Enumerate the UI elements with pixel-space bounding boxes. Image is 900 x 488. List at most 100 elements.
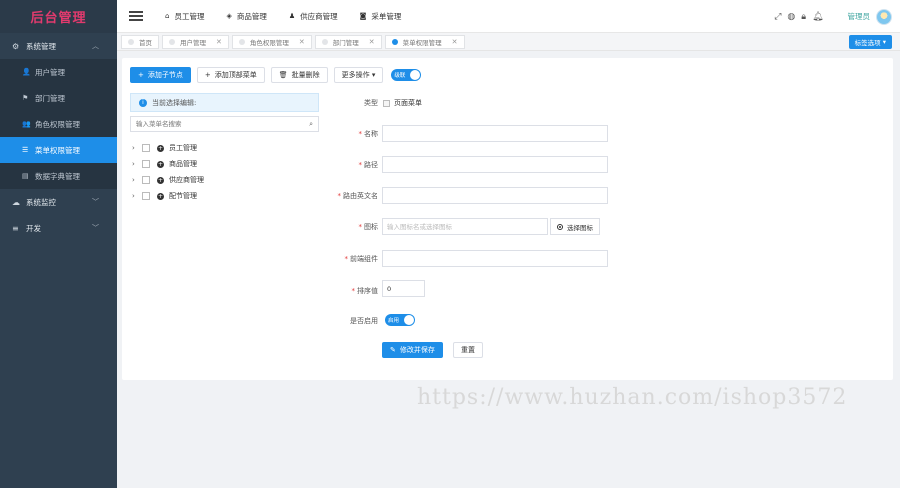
sidebar-item-menus[interactable]: ☰ 菜单权限管理 [0, 137, 117, 163]
path-input[interactable] [387, 160, 607, 169]
route-input[interactable] [387, 191, 607, 200]
route-field[interactable] [382, 187, 608, 204]
toggle-label: 级联 [394, 73, 406, 79]
topnav-orders[interactable]: ◙ 采单管理 [360, 11, 402, 22]
tree-node[interactable]: › + 员工管理 [132, 140, 204, 156]
sidebar-group-label: 系统管理 [26, 41, 56, 51]
type-field[interactable]: 页面菜单 [383, 98, 422, 108]
fullscreen-icon[interactable]: ⤢ [774, 12, 781, 22]
reset-button[interactable]: 重置 [453, 342, 483, 358]
type-value: 页面菜单 [394, 99, 422, 107]
search-icon[interactable]: ⌕ [309, 120, 313, 129]
sidebar-item-roles[interactable]: 👥 角色权限管理 [0, 111, 117, 137]
sidebar-item-departments[interactable]: ⚑ 部门管理 [0, 85, 117, 111]
tree-node-label[interactable]: 商品管理 [169, 159, 197, 169]
tree-checkbox[interactable] [142, 160, 150, 168]
tree-checkbox[interactable] [142, 192, 150, 200]
more-actions-button[interactable]: 更多操作 ▾ [333, 67, 384, 83]
list-icon: ☰ [22, 146, 29, 154]
sidebar-group-system[interactable]: ⚙ 系统管理 ︿ [0, 33, 117, 59]
tab-departments[interactable]: 部门管理 ✕ [314, 34, 382, 49]
tab-home[interactable]: 首页 [121, 34, 159, 49]
tag-icon: ◈ [226, 12, 232, 20]
info-icon: i [139, 98, 147, 107]
close-icon[interactable]: ✕ [299, 38, 305, 46]
close-icon[interactable]: ✕ [369, 38, 375, 46]
path-field[interactable] [382, 156, 608, 173]
sidebar-item-users[interactable]: 👤 用户管理 [0, 59, 117, 85]
tree-node[interactable]: › + 供应商管理 [132, 172, 204, 188]
save-button[interactable]: ✎ 修改并保存 [382, 342, 443, 358]
tab-label: 菜单权限管理 [402, 38, 442, 47]
chevron-right-icon[interactable]: › [132, 176, 142, 184]
camera-icon: ◙ [359, 12, 367, 20]
edit-icon: ✎ [390, 346, 396, 354]
add-top-menu-button[interactable]: + 添加顶部菜单 [196, 67, 265, 83]
toolbar: + 添加子节点 + 添加顶部菜单 🗑︎ 批量删除 更多操作 ▾ 级联 [130, 67, 422, 83]
tab-label: 用户管理 [180, 38, 206, 47]
topnav-employees[interactable]: ⌂ 员工管理 [165, 11, 204, 22]
tree-search-input[interactable] [136, 120, 301, 128]
topnav-suppliers[interactable]: ♟ 供应商管理 [289, 11, 338, 22]
tab-dot-icon [169, 38, 175, 45]
admin-name[interactable]: 管理员 [848, 11, 871, 22]
globe-icon[interactable]: ◍ [787, 12, 795, 22]
cascade-toggle[interactable]: 级联 [391, 69, 422, 81]
lock-icon[interactable]: 🔒︎ [801, 12, 806, 22]
tree-node[interactable]: › + 商品管理 [132, 156, 204, 172]
chevron-right-icon[interactable]: › [132, 192, 142, 200]
tree-node-label[interactable]: 员工管理 [169, 143, 197, 153]
selected-label: 当前选择编辑: [152, 98, 197, 107]
tree-node-label[interactable]: 配节管理 [169, 191, 197, 201]
selected-edit-alert: i 当前选择编辑: [130, 93, 319, 112]
tab-dot-icon [391, 38, 398, 45]
content-card: + 添加子节点 + 添加顶部菜单 🗑︎ 批量删除 更多操作 ▾ 级联 i 当前选… [122, 58, 893, 380]
tab-roles[interactable]: 角色权限管理 ✕ [231, 34, 312, 49]
toggle-knob [404, 315, 414, 325]
sort-input[interactable] [387, 284, 424, 293]
sidebar-group-monitor[interactable]: ☁ 系统监控 ﹀ [0, 189, 117, 215]
tree-node-label[interactable]: 供应商管理 [169, 175, 204, 185]
close-icon[interactable]: ✕ [216, 38, 222, 46]
button-label: 添加子节点 [147, 71, 183, 79]
sort-label: * 排序值 [351, 287, 379, 295]
chevron-right-icon[interactable]: › [132, 160, 142, 168]
topnav-products[interactable]: ◈ 商品管理 [226, 11, 266, 22]
add-child-button[interactable]: + 添加子节点 [130, 67, 191, 83]
batch-delete-button[interactable]: 🗑︎ 批量删除 [270, 67, 328, 83]
tab-users[interactable]: 用户管理 ✕ [162, 34, 229, 49]
hamburger-icon[interactable] [129, 11, 143, 21]
bell-icon[interactable]: 🔔︎ [812, 12, 823, 22]
icon-field[interactable] [382, 218, 548, 235]
sidebar-item-dictionary[interactable]: ▤ 数据字典管理 [0, 163, 117, 189]
sidebar-item-label: 部门管理 [35, 93, 65, 103]
target-icon [557, 223, 563, 230]
component-input[interactable] [387, 254, 607, 263]
icon-input[interactable] [387, 222, 547, 231]
tree-node[interactable]: › + 配节管理 [132, 188, 204, 204]
chevron-down-icon: ﹀ [92, 198, 99, 206]
component-field[interactable] [382, 250, 608, 267]
sidebar-group-dev[interactable]: ≡ 开发 ﹀ [0, 215, 117, 241]
tree-checkbox[interactable] [142, 144, 150, 152]
tab-options-button[interactable]: 标签选项 ▾ [848, 35, 892, 49]
avatar[interactable] [876, 8, 892, 25]
watermark: https://www.huzhan.com/ishop3572 [417, 385, 848, 410]
tree-search: ⌕ [130, 116, 319, 132]
caret-down-icon: ▾ [369, 71, 376, 79]
select-icon-button[interactable]: 选择图标 [550, 218, 600, 235]
sort-field[interactable] [382, 280, 425, 297]
toggle-knob [410, 70, 421, 80]
close-icon[interactable]: ✕ [452, 38, 458, 46]
tab-menus[interactable]: 菜单权限管理 ✕ [384, 34, 465, 49]
button-label: 批量删除 [291, 71, 320, 79]
chevron-right-icon[interactable]: › [132, 144, 142, 152]
name-field[interactable] [382, 125, 608, 142]
enabled-toggle[interactable]: 启用 [385, 314, 415, 326]
type-checkbox[interactable] [383, 99, 390, 107]
tree-checkbox[interactable] [142, 176, 150, 184]
sidebar-submenu-system: 👤 用户管理 ⚑ 部门管理 👥 角色权限管理 ☰ 菜单权限管理 ▤ 数据字典管理 [0, 59, 117, 189]
chevron-down-icon: ﹀ [92, 224, 99, 232]
name-input[interactable] [387, 129, 607, 138]
app-logo: 后台管理 [0, 0, 117, 33]
